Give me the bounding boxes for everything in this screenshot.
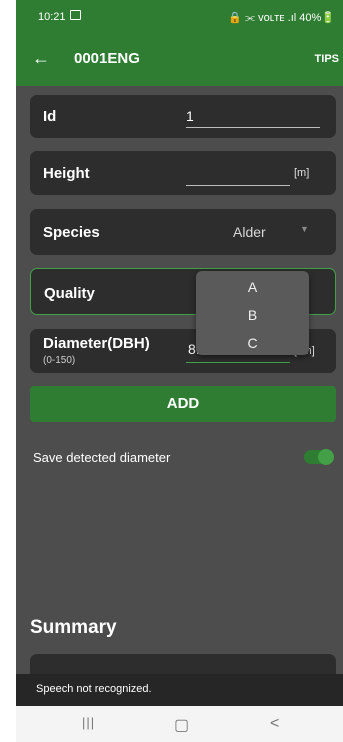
species-row: Species Alder ▼ bbox=[30, 209, 336, 255]
height-input[interactable] bbox=[186, 165, 290, 183]
id-input-underline bbox=[186, 127, 320, 128]
height-row: Height [m] bbox=[30, 151, 336, 195]
quality-dropdown-menu: A B C bbox=[196, 271, 309, 355]
summary-card bbox=[30, 654, 336, 674]
add-button[interactable]: ADD bbox=[30, 386, 336, 422]
home-icon[interactable]: ▢ bbox=[174, 715, 189, 735]
recents-icon[interactable]: ||| bbox=[82, 715, 95, 730]
quality-option-b[interactable]: B bbox=[196, 307, 309, 323]
page-title: 0001ENG bbox=[74, 50, 140, 67]
species-label: Species bbox=[43, 224, 100, 241]
status-indicators: 🔒 ⫘ ᴠᴏʟᴛᴇ .ıl 40%🔋 bbox=[228, 12, 335, 24]
id-row: Id 1 bbox=[30, 95, 336, 138]
quality-option-a[interactable]: A bbox=[196, 279, 309, 295]
height-input-underline bbox=[186, 185, 290, 186]
tips-button[interactable]: TIPS bbox=[315, 53, 339, 65]
app-screen: 10:21 🔒 ⫘ ᴠᴏʟᴛᴇ .ıl 40%🔋 ← 0001ENG TIPS … bbox=[16, 0, 343, 742]
toast-text: Speech not recognized. bbox=[36, 683, 152, 695]
summary-title: Summary bbox=[30, 617, 117, 638]
status-bar: 10:21 🔒 ⫘ ᴠᴏʟᴛᴇ .ıl 40%🔋 bbox=[16, 0, 343, 34]
toggle-knob bbox=[318, 449, 334, 465]
app-bar: ← 0001ENG TIPS bbox=[16, 34, 343, 86]
toast-message: Speech not recognized. bbox=[16, 674, 343, 706]
diameter-range: (0-150) bbox=[43, 355, 76, 366]
save-detected-diameter-label: Save detected diameter bbox=[33, 450, 171, 465]
back-arrow-icon[interactable]: ← bbox=[32, 48, 50, 69]
quality-label: Quality bbox=[44, 285, 95, 302]
status-time: 10:21 bbox=[38, 11, 66, 23]
diameter-input-underline bbox=[186, 362, 290, 363]
species-select[interactable]: Alder bbox=[233, 224, 266, 240]
system-nav-bar: ||| ▢ < bbox=[16, 706, 343, 742]
quality-option-c[interactable]: C bbox=[196, 335, 309, 351]
save-detected-diameter-toggle[interactable] bbox=[304, 449, 334, 465]
id-label: Id bbox=[43, 108, 57, 125]
id-input[interactable]: 1 bbox=[186, 108, 194, 124]
back-nav-icon[interactable]: < bbox=[270, 715, 279, 733]
height-label: Height bbox=[43, 165, 90, 182]
gallery-notification-icon bbox=[70, 10, 81, 20]
height-unit: [m] bbox=[294, 167, 310, 179]
dropdown-arrow-icon[interactable]: ▼ bbox=[300, 224, 309, 234]
diameter-label: Diameter(DBH) bbox=[43, 335, 150, 352]
